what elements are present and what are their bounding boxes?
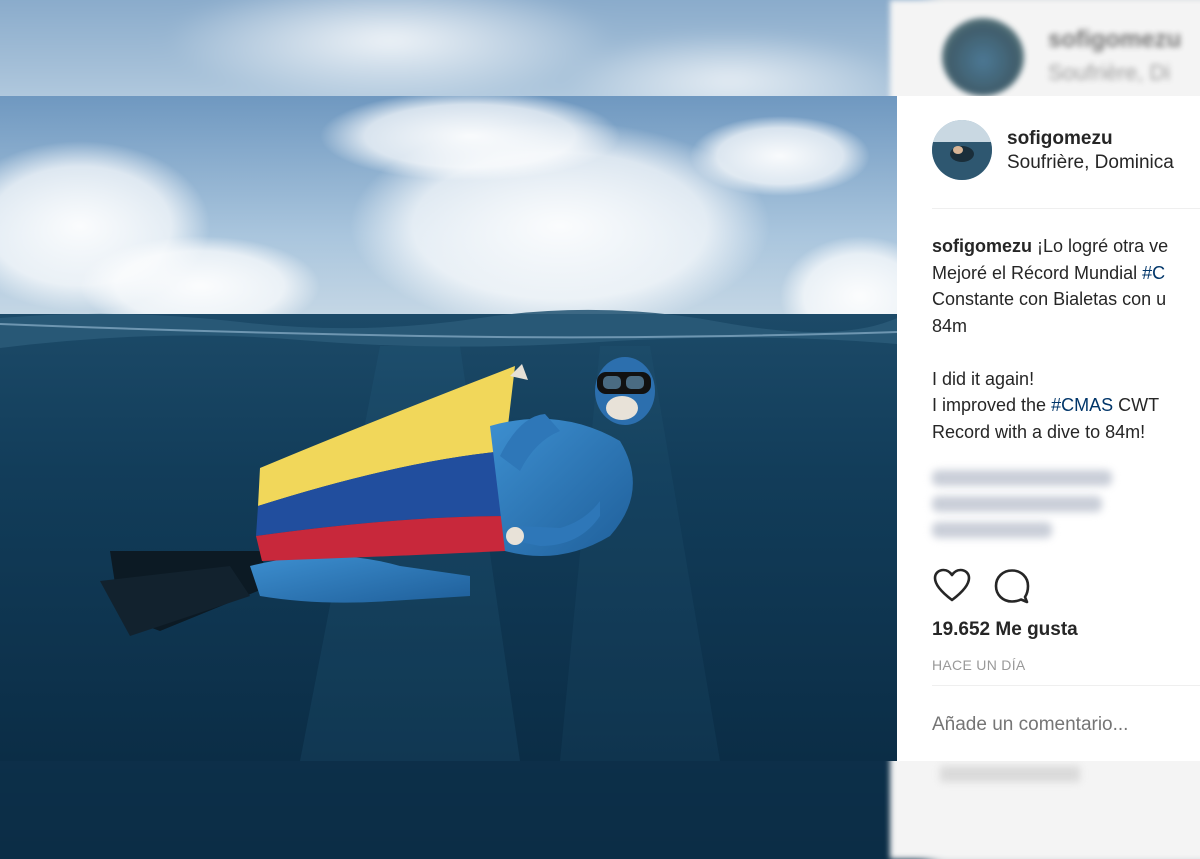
blurred-line bbox=[932, 470, 1112, 486]
hashtag-link[interactable]: #CMAS bbox=[1051, 395, 1113, 415]
post-caption: sofigomezu ¡Lo logré otra ve Mejoré el R… bbox=[932, 233, 1200, 445]
post-timestamp[interactable]: HACE UN DÍA bbox=[932, 657, 1026, 673]
caption-line-6: I did it again! bbox=[932, 368, 1035, 389]
blurred-avatar bbox=[942, 18, 1024, 96]
caption-text: I improved the bbox=[932, 395, 1052, 415]
caption-text: Mejoré el Récord Mundial bbox=[932, 262, 1143, 283]
caption-username[interactable]: sofigomezu bbox=[932, 236, 1032, 256]
comment-button[interactable] bbox=[992, 566, 1032, 606]
blurred-line bbox=[932, 522, 1052, 538]
caption-text: CWT bbox=[1113, 395, 1160, 415]
header-location[interactable]: Soufrière, Dominica bbox=[1007, 152, 1174, 174]
blurred-username: sofigomezu bbox=[1048, 26, 1182, 53]
blurred-timestamp bbox=[940, 766, 1080, 782]
post-header: sofigomezu Soufrière, Dominica bbox=[932, 120, 1200, 180]
like-count[interactable]: 19.652 Me gusta bbox=[932, 619, 1078, 641]
hashtag-link[interactable]: #C bbox=[1142, 263, 1165, 283]
avatar[interactable] bbox=[932, 120, 992, 180]
header-username[interactable]: sofigomezu bbox=[1007, 128, 1113, 150]
caption-text: ¡Lo logré otra ve bbox=[1037, 236, 1169, 256]
caption-line-8: Record with a dive to 84m! bbox=[932, 421, 1146, 442]
caption-line-2: Mejoré el Récord Mundial #C bbox=[932, 260, 1200, 287]
caption-line-3: Constante con Bialetas con u bbox=[932, 289, 1167, 309]
header-divider bbox=[932, 208, 1200, 209]
caption-line-1: sofigomezu ¡Lo logré otra ve bbox=[932, 233, 1200, 260]
heart-icon bbox=[933, 568, 971, 602]
caption-line-4: 84m bbox=[932, 315, 968, 336]
caption-line-7: I improved the #CMAS CWT bbox=[932, 392, 1200, 419]
blurred-location: Soufrière, Di bbox=[1048, 60, 1171, 85]
like-button[interactable] bbox=[932, 566, 972, 606]
blurred-comment-text bbox=[932, 464, 1142, 552]
post-photo bbox=[0, 96, 897, 761]
instagram-post: sofigomezu Soufrière, Dominica sofigomez… bbox=[0, 96, 1200, 761]
blurred-line bbox=[932, 496, 1102, 512]
underwater-freediver-photo bbox=[0, 96, 897, 761]
post-side-panel: sofigomezu Soufrière, Dominica sofigomez… bbox=[897, 96, 1200, 761]
comment-divider bbox=[932, 685, 1200, 686]
add-comment-input[interactable] bbox=[932, 714, 1192, 736]
speech-bubble-icon bbox=[994, 569, 1030, 604]
avatar-image bbox=[932, 120, 992, 180]
